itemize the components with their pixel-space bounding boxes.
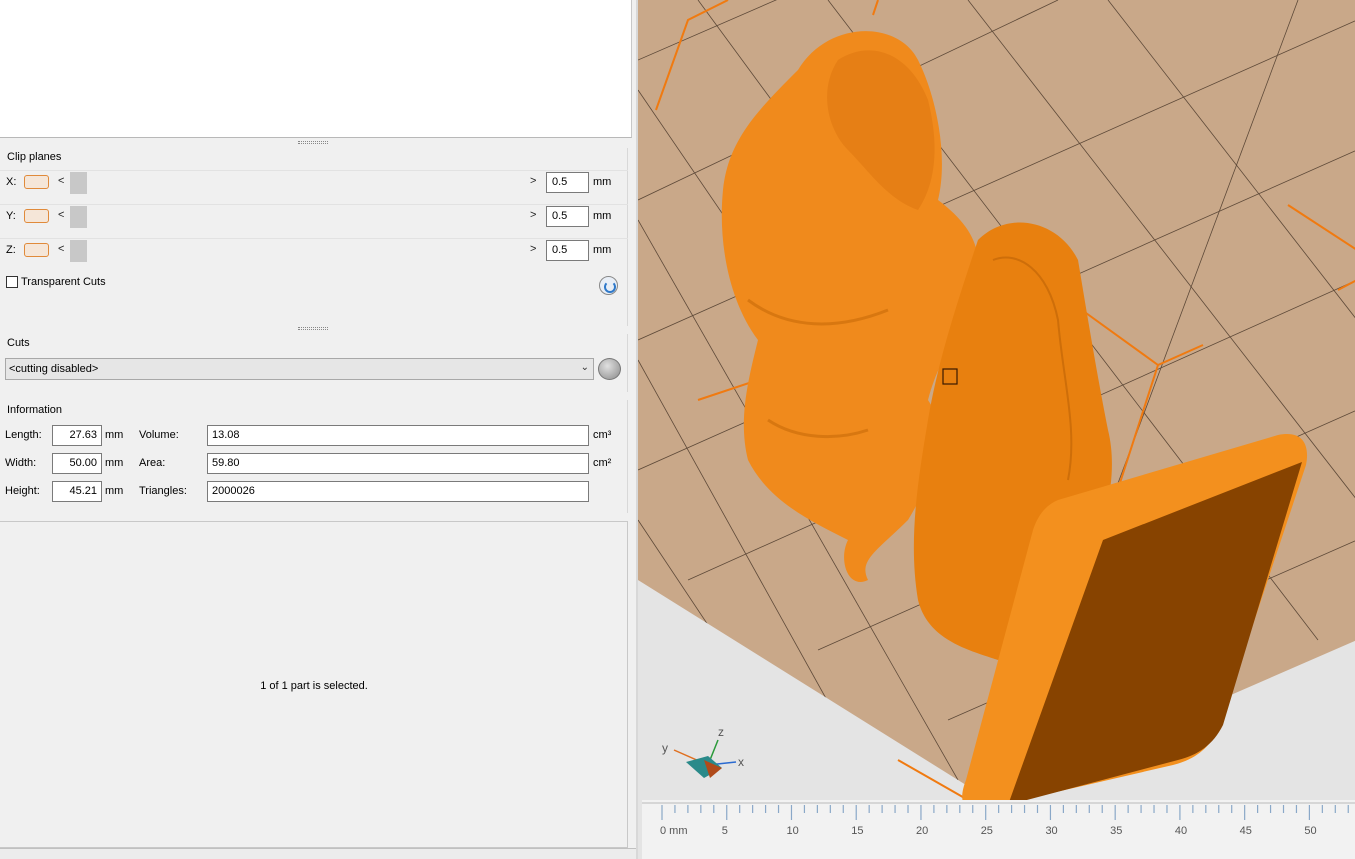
x-slider-left-arrow[interactable]: < bbox=[58, 175, 64, 187]
x-axis-label: X: bbox=[6, 176, 17, 188]
area-value: 59.80 bbox=[207, 453, 589, 474]
selection-status: 1 of 1 part is selected. bbox=[260, 680, 368, 692]
length-unit: mm bbox=[105, 429, 124, 441]
left-panel: Clip planes X: < > 0.5 mm Y: < > 0.5 mm … bbox=[0, 0, 636, 859]
ruler-label: 15 bbox=[851, 825, 863, 837]
reset-clip-icon[interactable] bbox=[599, 276, 618, 295]
height-label: Height: bbox=[5, 485, 40, 497]
x-clip-value-input[interactable]: 0.5 bbox=[546, 172, 589, 193]
length-label: Length: bbox=[5, 429, 42, 441]
volume-value: 13.08 bbox=[207, 425, 589, 446]
chevron-down-icon: ⌄ bbox=[580, 362, 589, 373]
ruler-label: 50 bbox=[1304, 825, 1316, 837]
ruler-label: 30 bbox=[1045, 825, 1057, 837]
bottom-toolbar bbox=[0, 848, 636, 859]
transparent-cuts-checkbox[interactable] bbox=[6, 276, 18, 288]
triangles-value: 2000026 bbox=[207, 481, 589, 502]
information-title: Information bbox=[7, 404, 63, 416]
selection-panel: 1 of 1 part is selected. bbox=[0, 521, 628, 848]
cuts-dropdown[interactable]: <cutting disabled> ⌄ bbox=[5, 358, 594, 380]
z-axis-label: Z: bbox=[6, 244, 16, 256]
z-clip-unit: mm bbox=[593, 244, 612, 256]
z-clip-value-input[interactable]: 0.5 bbox=[546, 240, 589, 261]
clip-planes-title: Clip planes bbox=[7, 151, 62, 163]
volume-unit: cm³ bbox=[593, 429, 612, 441]
splitter-handle[interactable] bbox=[298, 141, 328, 144]
ruler-label: 10 bbox=[786, 825, 798, 837]
scene-canvas[interactable]: z y x 0 mm 5 10 15 20 25 30 35 40 45 50 bbox=[638, 0, 1355, 859]
divider bbox=[0, 238, 628, 239]
x-slider-right-arrow[interactable]: > bbox=[530, 175, 536, 187]
height-unit: mm bbox=[105, 485, 124, 497]
cuts-dropdown-value: <cutting disabled> bbox=[9, 363, 99, 375]
ruler: 0 mm 5 10 15 20 25 30 35 40 45 50 bbox=[642, 800, 1355, 859]
gizmo-y-label: y bbox=[662, 741, 668, 755]
triangles-label: Triangles: bbox=[139, 485, 187, 497]
area-unit: cm² bbox=[593, 457, 612, 469]
divider bbox=[0, 170, 628, 171]
part-tree[interactable] bbox=[0, 0, 632, 138]
ruler-label: 35 bbox=[1110, 825, 1122, 837]
x-plane-toggle[interactable] bbox=[24, 175, 49, 189]
x-slider-thumb[interactable] bbox=[70, 172, 87, 194]
y-clip-value-input[interactable]: 0.5 bbox=[546, 206, 589, 227]
y-slider-right-arrow[interactable]: > bbox=[530, 209, 536, 221]
volume-label: Volume: bbox=[139, 429, 179, 441]
ruler-label: 40 bbox=[1175, 825, 1187, 837]
ruler-label: 5 bbox=[722, 825, 728, 837]
cuts-title: Cuts bbox=[7, 337, 30, 349]
3d-viewport[interactable]: z y x 0 mm 5 10 15 20 25 30 35 40 45 50 bbox=[636, 0, 1355, 859]
width-value: 50.00 bbox=[52, 453, 102, 474]
ruler-label: 0 mm bbox=[660, 825, 688, 837]
y-plane-toggle[interactable] bbox=[24, 209, 49, 223]
splitter-handle[interactable] bbox=[298, 327, 328, 330]
transparent-cuts-label[interactable]: Transparent Cuts bbox=[21, 276, 106, 288]
ruler-label: 25 bbox=[981, 825, 993, 837]
height-value: 45.21 bbox=[52, 481, 102, 502]
ruler-label: 45 bbox=[1240, 825, 1252, 837]
divider bbox=[0, 204, 628, 205]
y-slider-left-arrow[interactable]: < bbox=[58, 209, 64, 221]
width-unit: mm bbox=[105, 457, 124, 469]
z-slider-thumb[interactable] bbox=[70, 240, 87, 262]
y-slider-thumb[interactable] bbox=[70, 206, 87, 228]
z-slider-right-arrow[interactable]: > bbox=[530, 243, 536, 255]
x-clip-unit: mm bbox=[593, 176, 612, 188]
width-label: Width: bbox=[5, 457, 37, 469]
y-axis-label: Y: bbox=[6, 210, 16, 222]
cut-tool-icon[interactable] bbox=[598, 358, 621, 380]
z-slider-left-arrow[interactable]: < bbox=[58, 243, 64, 255]
z-plane-toggle[interactable] bbox=[24, 243, 49, 257]
gizmo-z-label: z bbox=[718, 725, 724, 739]
length-value: 27.63 bbox=[52, 425, 102, 446]
gizmo-x-label: x bbox=[738, 755, 744, 769]
y-clip-unit: mm bbox=[593, 210, 612, 222]
area-label: Area: bbox=[139, 457, 166, 469]
ruler-label: 20 bbox=[916, 825, 928, 837]
